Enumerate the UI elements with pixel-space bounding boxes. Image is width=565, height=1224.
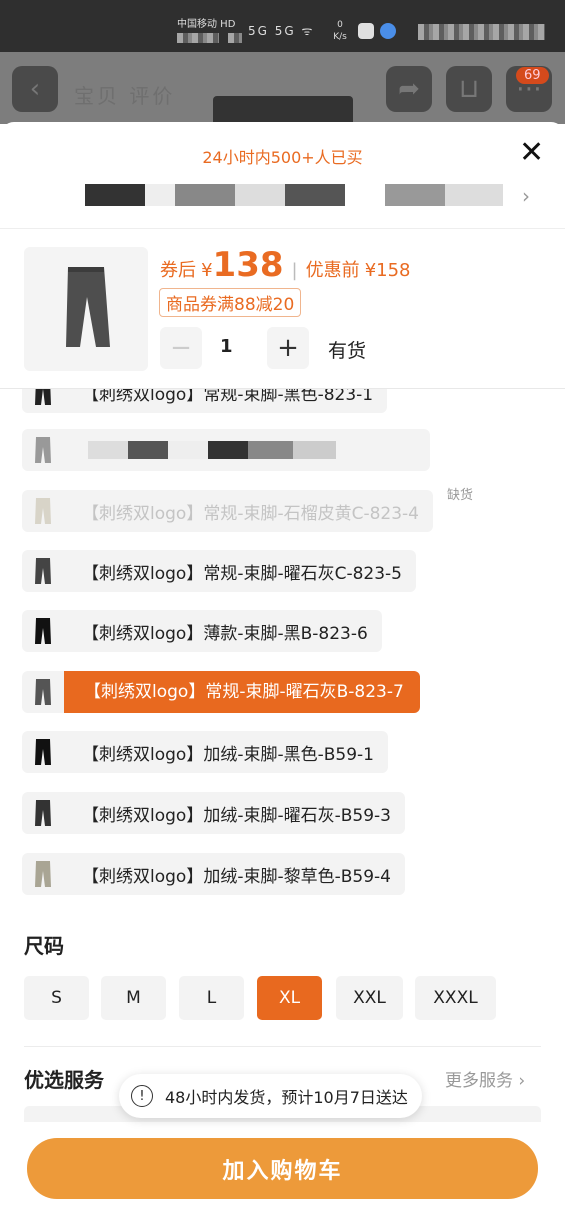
carrier-label: 中国移动 HD	[177, 19, 236, 30]
quantity-plus-button[interactable]: +	[267, 327, 309, 369]
sold-count: 24小时内500+人已买	[202, 148, 363, 167]
add-to-cart-button[interactable]: 加入购物车	[27, 1138, 538, 1199]
back-button[interactable]: ‹	[12, 66, 58, 112]
after-coupon-label: 券后	[160, 260, 196, 281]
variant-thumb	[22, 429, 64, 471]
size-option-xxl[interactable]: XXL	[336, 976, 403, 1020]
variant-thumb	[22, 389, 64, 413]
variant-option[interactable]	[22, 429, 430, 471]
size-option-xxxl[interactable]: XXXL	[415, 976, 496, 1020]
product-thumbnail[interactable]	[24, 247, 148, 371]
variant-thumb	[22, 671, 64, 713]
variant-option[interactable]: 【刺绣双logo】薄款-束脚-黑B-823-6	[22, 610, 382, 652]
variant-option[interactable]: 【刺绣双logo】加绒-束脚-黎草色-B59-4	[22, 853, 405, 895]
after-coupon-price: 138	[212, 245, 284, 285]
toast-text: 48小时内发货，预计10月7日送达	[165, 1088, 408, 1107]
size-option-l[interactable]: L	[179, 976, 244, 1020]
variant-thumb	[22, 550, 64, 592]
signal-icons: 5G 5G ᯤ	[248, 24, 315, 38]
price-line: 券后 ¥138 | 优惠前 ¥158	[160, 245, 411, 285]
app-notification-icon	[358, 23, 374, 39]
variant-label-blur	[88, 441, 336, 459]
size-option-s[interactable]: S	[24, 976, 89, 1020]
variant-option-selected[interactable]: 【刺绣双logo】常规-束脚-曜石灰B-823-7	[22, 671, 420, 713]
price-separator: |	[291, 260, 298, 281]
services-title: 优选服务	[24, 1068, 104, 1092]
variant-label: 【刺绣双logo】加绒-束脚-黑色-B59-1	[82, 744, 374, 765]
status-blur	[418, 24, 545, 40]
size-title: 尺码	[24, 934, 64, 958]
variant-thumb	[22, 731, 64, 773]
variant-thumb	[22, 490, 64, 532]
variant-thumb	[22, 610, 64, 652]
divider	[24, 1046, 541, 1047]
message-badge: 69	[516, 67, 549, 84]
cart-icon: ⊔	[458, 74, 480, 104]
currency: ¥	[201, 260, 213, 281]
back-icon: ‹	[29, 74, 41, 104]
variant-label: 【刺绣双logo】常规-束脚-曜石灰C-823-5	[82, 563, 402, 584]
variant-label: 【刺绣双logo】常规-束脚-石榴皮黄C-823-4	[82, 503, 419, 524]
close-icon[interactable]: ✕	[519, 138, 544, 168]
status-blur	[177, 33, 219, 43]
size-option-m[interactable]: M	[101, 976, 166, 1020]
status-blur	[228, 33, 242, 43]
cart-button[interactable]: ⊔	[446, 66, 492, 112]
more-services-link[interactable]: 更多服务 ›	[445, 1066, 525, 1091]
sku-sheet: 24小时内500+人已买 ✕ › 券后 ¥138 | 优惠前 ¥158 商品券满88…	[0, 122, 565, 1224]
variant-label: 【刺绣双logo】加绒-束脚-曜石灰-B59-3	[82, 805, 391, 826]
out-of-stock-tag: 缺货	[447, 488, 474, 503]
info-icon: !	[131, 1085, 153, 1107]
divider	[0, 228, 565, 229]
header-tabs[interactable]: 宝贝 评价	[74, 80, 175, 109]
share-button[interactable]: ➦	[386, 66, 432, 112]
coupon-badge: 商品券满88减20	[159, 288, 302, 317]
variant-list[interactable]: 【刺绣双logo】常规-束脚-黑色-823-1 【刺绣双logo】常规-束脚-石…	[0, 389, 565, 906]
before-price: ¥158	[364, 260, 411, 281]
variant-option[interactable]: 【刺绣双logo】常规-束脚-曜石灰C-823-5	[22, 550, 416, 592]
quantity-minus-button[interactable]: −	[160, 327, 202, 369]
address-blur[interactable]	[85, 184, 503, 206]
variant-label: 【刺绣双logo】常规-束脚-曜石灰B-823-7	[64, 671, 420, 713]
size-option-xl[interactable]: XL	[257, 976, 322, 1020]
status-bar: 中国移动 HD 5G 5G ᯤ 0 K/s	[0, 0, 565, 52]
variant-option[interactable]: 【刺绣双logo】加绒-束脚-曜石灰-B59-3	[22, 792, 405, 834]
variant-label: 【刺绣双logo】薄款-束脚-黑B-823-6	[82, 623, 368, 644]
variant-thumb	[22, 853, 64, 895]
share-icon: ➦	[398, 74, 420, 104]
variant-label: 【刺绣双logo】常规-束脚-黑色-823-1	[82, 389, 374, 405]
before-label: 优惠前	[305, 260, 360, 281]
variant-label: 【刺绣双logo】加绒-束脚-黎草色-B59-4	[82, 866, 391, 887]
variant-thumb	[22, 792, 64, 834]
stock-status: 有货	[328, 340, 367, 362]
delivery-toast: ! 48小时内发货，预计10月7日送达	[119, 1074, 422, 1118]
network-speed: 0 K/s	[333, 20, 347, 42]
variant-option-disabled[interactable]: 【刺绣双logo】常规-束脚-石榴皮黄C-823-4	[22, 490, 433, 532]
variant-option[interactable]: 【刺绣双logo】加绒-束脚-黑色-B59-1	[22, 731, 388, 773]
variant-option[interactable]: 【刺绣双logo】常规-束脚-黑色-823-1	[22, 389, 388, 413]
app-notification-icon	[380, 23, 396, 39]
chevron-right-icon[interactable]: ›	[522, 184, 530, 208]
quantity-value[interactable]: 1	[220, 336, 233, 357]
